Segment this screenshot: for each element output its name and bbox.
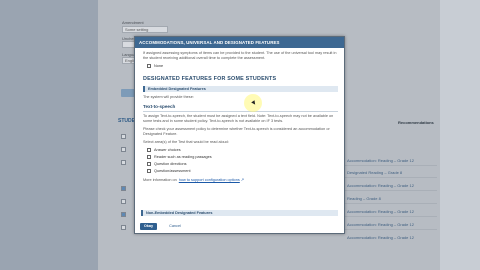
more-info: More information on how to support confi… bbox=[143, 177, 338, 182]
bg-row-checkbox[interactable] bbox=[121, 212, 126, 217]
none-option[interactable]: None bbox=[147, 64, 338, 68]
read-aloud-options: Answer choices Reader such as reading pa… bbox=[143, 148, 338, 173]
policy-text: Please check your assessment policy to d… bbox=[143, 127, 330, 136]
checkbox[interactable] bbox=[147, 64, 151, 68]
checkbox[interactable] bbox=[147, 169, 151, 173]
bg-row-text: Accommodation: Reading – Grade 12 bbox=[347, 209, 414, 214]
bg-row-checkbox[interactable] bbox=[121, 147, 126, 152]
bg-column-header: Recommendations bbox=[398, 120, 434, 125]
section-title: DESIGNATED FEATURES FOR SOME STUDENTS bbox=[143, 76, 277, 82]
bg-row-divider bbox=[345, 177, 437, 178]
divider bbox=[143, 111, 338, 112]
option-question-directions[interactable]: Question directions bbox=[147, 162, 338, 166]
right-sidebar bbox=[440, 0, 480, 270]
bg-row-checkbox[interactable] bbox=[121, 160, 126, 165]
checkbox[interactable] bbox=[147, 148, 151, 152]
bg-row-checkbox[interactable] bbox=[121, 134, 126, 139]
checkbox[interactable] bbox=[147, 162, 151, 166]
screen: Amendment Some setting Unchecked Languag… bbox=[0, 0, 480, 270]
bg-row-divider bbox=[345, 165, 437, 166]
select-instruction: Select area(s) of the Test that would be… bbox=[143, 140, 229, 144]
option-label: Question/assessment bbox=[154, 169, 191, 173]
option-label: Question directions bbox=[154, 162, 187, 166]
bg-row-text: Reading – Grade 8 bbox=[347, 196, 381, 201]
bg-row-checkbox[interactable] bbox=[121, 199, 126, 204]
bg-row-divider bbox=[345, 229, 437, 230]
left-sidebar bbox=[0, 0, 98, 270]
modal-footer: Non-Embedded Designated Features Okay Ca… bbox=[135, 209, 344, 233]
bg-row-checkbox[interactable] bbox=[121, 225, 126, 230]
tts-description: To assign Text-to-speech, the student mu… bbox=[143, 114, 334, 123]
intro-text: If assigned assessing symptoms of items … bbox=[143, 51, 337, 60]
embedded-note: The system will provide these: bbox=[143, 95, 194, 99]
bg-row-text: Accommodation: Reading – Grade 12 bbox=[347, 222, 414, 227]
checkbox[interactable] bbox=[147, 155, 151, 159]
option-reading-passages[interactable]: Reader such as reading passages bbox=[147, 155, 338, 159]
more-info-prefix: More information on bbox=[143, 177, 177, 182]
bg-form-label: Amendment bbox=[122, 20, 144, 25]
bg-row-text: Accommodation: Reading – Grade 12 bbox=[347, 183, 414, 188]
option-answer-choices[interactable]: Answer choices bbox=[147, 148, 338, 152]
bg-row-divider bbox=[345, 190, 437, 191]
bg-form-field[interactable]: Some setting bbox=[122, 26, 168, 33]
embedded-features-bar: Embedded Designated Features bbox=[143, 86, 338, 92]
cancel-button[interactable]: Cancel bbox=[166, 223, 184, 230]
bg-row-text: Accommodation: Reading – Grade 12 bbox=[347, 158, 414, 163]
okay-button[interactable]: Okay bbox=[140, 223, 157, 230]
tts-title: Text-to-speech bbox=[143, 104, 176, 109]
option-label: Reader such as reading passages bbox=[154, 155, 212, 159]
modal-body[interactable]: If assigned assessing symptoms of items … bbox=[135, 48, 344, 209]
bg-row-divider bbox=[345, 203, 437, 204]
option-question-assessment[interactable]: Question/assessment bbox=[147, 169, 338, 173]
bg-row-divider bbox=[345, 216, 437, 217]
option-label: None bbox=[154, 64, 164, 68]
bg-row-text: Designated Reading – Grade 8 bbox=[347, 170, 403, 175]
option-label: Answer choices bbox=[154, 148, 181, 152]
modal-title: ACCOMMODATIONS, UNIVERSAL AND DESIGNATED… bbox=[135, 37, 344, 48]
accommodations-modal: ACCOMMODATIONS, UNIVERSAL AND DESIGNATED… bbox=[134, 36, 345, 234]
non-embedded-bar: Non-Embedded Designated Features bbox=[141, 210, 338, 216]
more-info-link[interactable]: how to support configuration options bbox=[179, 178, 240, 182]
external-link-icon[interactable]: ↗ bbox=[241, 177, 244, 182]
bg-row-text: Accommodation: Reading – Grade 12 bbox=[347, 235, 414, 240]
bg-row-checkbox[interactable] bbox=[121, 186, 126, 191]
